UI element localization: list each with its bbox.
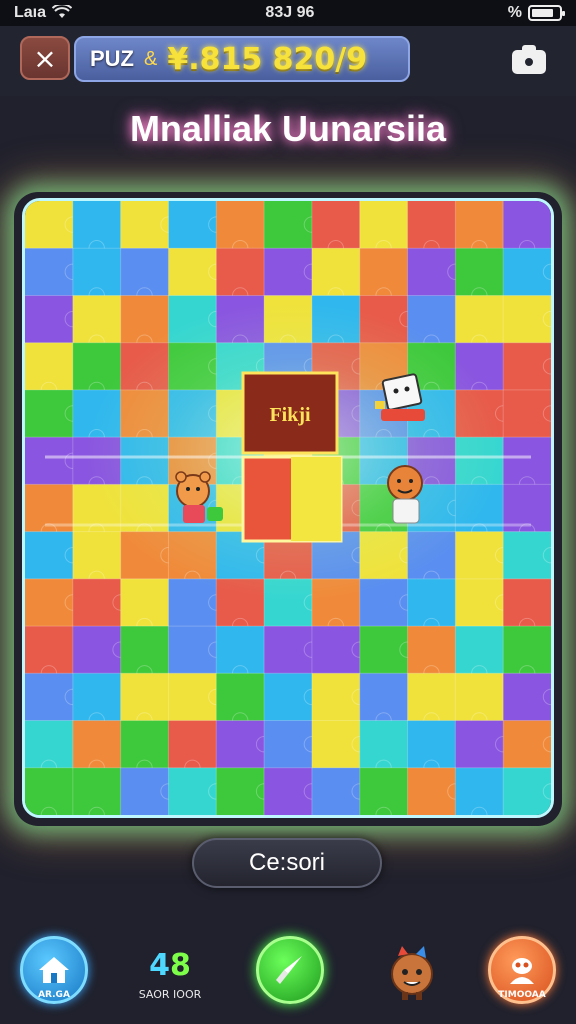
center-tile[interactable]: Fikji <box>241 371 339 455</box>
hint-button[interactable] <box>256 936 324 1004</box>
glowing-tile[interactable] <box>241 455 343 543</box>
clock: 83J 96 <box>265 4 315 21</box>
puzzle-board[interactable]: Fikji <box>22 198 554 818</box>
battery-percent: % <box>507 4 522 21</box>
profile-label: TIMOOAA <box>498 990 546 1000</box>
top-bar: × PUZ & ¥.815 820/9 <box>0 26 576 96</box>
ampersand: & <box>144 47 158 70</box>
moves-count: 48 <box>130 948 210 983</box>
moves-digit-a: 4 <box>149 948 170 983</box>
wifi-icon <box>51 2 73 22</box>
bottom-bar: AR.GA 48 SAOR IOOR TIMOOAA <box>0 920 576 1024</box>
moves-digit-b: 8 <box>170 948 191 983</box>
puzzle-grid[interactable]: Fikji <box>25 201 551 815</box>
score-value: ¥.815 820/9 <box>167 41 368 77</box>
cursor-button[interactable]: Ce:sori <box>192 838 382 888</box>
home-icon <box>39 957 69 983</box>
status-bar: Laıa 83J 96 % <box>0 0 576 26</box>
cookie-character-icon <box>387 465 423 524</box>
moves-label: SAOR IOOR <box>138 988 202 1001</box>
score-panel: PUZ & ¥.815 820/9 <box>74 36 410 82</box>
brand-label: PUZ <box>90 46 134 71</box>
close-button[interactable]: × <box>20 36 70 80</box>
home-label: AR.GA <box>38 990 70 1000</box>
mascot-icon <box>391 946 433 1000</box>
brush-icon <box>276 956 302 984</box>
battery-icon <box>528 5 565 21</box>
profile-icon <box>510 958 534 984</box>
level-title: Mnalliak Uunarsiia <box>129 108 447 149</box>
carrier-label: Laıa <box>14 4 47 21</box>
camera-button[interactable] <box>510 42 548 76</box>
center-tile-label: Fikji <box>269 404 311 426</box>
